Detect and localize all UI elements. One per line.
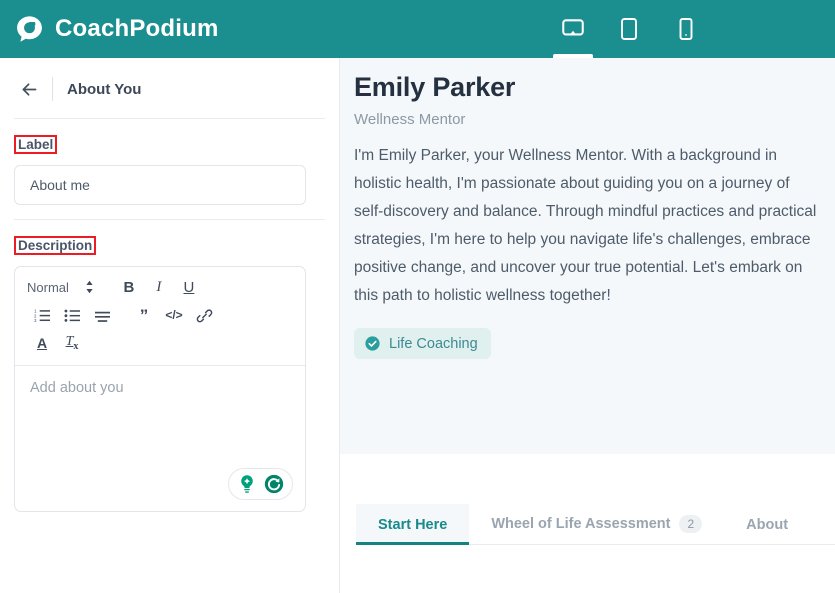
refresh-circle-icon xyxy=(264,474,284,494)
clear-formatting-button[interactable]: Tx xyxy=(57,330,87,356)
tab-start-here[interactable]: Start Here xyxy=(356,504,470,545)
tab-wheel-of-life-assessment[interactable]: Wheel of Life Assessment 2 xyxy=(469,502,724,544)
description-field-label: Description xyxy=(18,238,93,253)
text-color-button[interactable]: A xyxy=(27,330,57,356)
align-icon xyxy=(94,311,110,322)
description-field-label-wrap: Description xyxy=(14,236,97,255)
device-switcher xyxy=(545,0,713,58)
app-root: CoachPodium About You Label About me Des… xyxy=(0,0,835,593)
brand-name: CoachPodium xyxy=(55,15,219,42)
rich-text-editor: Normal B I U 1 2 3 ” </> A Tx Add about … xyxy=(14,266,306,512)
toolbar-row-1: Normal B I U xyxy=(19,273,301,301)
profile-badges: Life Coaching xyxy=(354,328,821,359)
ordered-list-button[interactable]: 1 2 3 xyxy=(27,302,57,328)
ai-regenerate-button[interactable] xyxy=(263,473,285,495)
device-tablet-button[interactable] xyxy=(601,0,657,58)
toolbar-row-3: A Tx xyxy=(19,329,301,357)
svg-text:3: 3 xyxy=(34,318,37,323)
status-badge: Life Coaching xyxy=(354,328,491,359)
device-mobile-button[interactable] xyxy=(657,0,713,58)
brand[interactable]: CoachPodium xyxy=(0,14,219,45)
preview-tabs: Start Here Wheel of Life Assessment 2 Ab… xyxy=(356,502,835,545)
page-title: About You xyxy=(67,80,142,98)
bullet-list-button[interactable] xyxy=(57,302,87,328)
profile-bio: I'm Emily Parker, your Wellness Mentor. … xyxy=(354,147,817,304)
align-button[interactable] xyxy=(87,302,117,328)
mobile-phone-icon xyxy=(679,18,692,40)
label-input[interactable] xyxy=(14,165,306,205)
link-icon xyxy=(196,308,212,322)
description-editor-area[interactable]: Add about you xyxy=(15,366,305,511)
blockquote-button[interactable]: ” xyxy=(129,302,159,328)
check-circle-icon xyxy=(365,336,380,351)
tab-count-badge: 2 xyxy=(679,515,703,533)
bold-button[interactable]: B xyxy=(114,274,144,300)
editor-panel: About You Label Description xyxy=(0,58,340,593)
panel-header: About You xyxy=(0,58,339,104)
code-block-button[interactable]: </> xyxy=(159,302,189,328)
chevron-up-down-icon xyxy=(86,280,93,294)
preview-panel: Emily Parker Wellness Mentor I'm Emily P… xyxy=(340,58,835,593)
ai-actions-group xyxy=(228,468,293,500)
text-style-value: Normal xyxy=(27,279,69,295)
back-button[interactable] xyxy=(14,74,44,104)
lightbulb-icon xyxy=(241,475,253,493)
italic-button[interactable]: I xyxy=(144,274,174,300)
tab-label: Wheel of Life Assessment xyxy=(491,516,671,532)
label-field-block: Label xyxy=(0,119,339,205)
description-field-block: Description xyxy=(0,220,339,255)
underline-button[interactable]: U xyxy=(174,274,204,300)
editor-toolbar: Normal B I U 1 2 3 ” </> A Tx xyxy=(15,267,305,366)
tab-label: About xyxy=(746,517,789,533)
text-style-select[interactable]: Normal xyxy=(27,280,94,295)
list-ordered-icon: 1 2 3 xyxy=(34,308,50,323)
device-desktop-button[interactable] xyxy=(545,0,601,58)
speech-bubble-logo-icon xyxy=(14,14,45,45)
description-placeholder: Add about you xyxy=(30,380,124,396)
profile-role: Wellness Mentor xyxy=(354,111,466,128)
tab-label: Start Here xyxy=(378,517,448,533)
label-field-label: Label xyxy=(18,137,54,152)
tab-about[interactable]: About xyxy=(724,504,810,544)
list-bullet-icon xyxy=(64,309,80,322)
header-divider xyxy=(52,77,53,101)
body: About You Label Description xyxy=(0,58,835,593)
toolbar-row-2: 1 2 3 ” </> xyxy=(19,301,301,329)
label-field-label-wrap: Label xyxy=(14,135,58,154)
profile-hero: Emily Parker Wellness Mentor I'm Emily P… xyxy=(340,58,835,454)
tablet-icon xyxy=(621,18,637,40)
arrow-left-icon xyxy=(22,82,36,96)
top-bar: CoachPodium xyxy=(0,0,835,58)
preview-tabs-wrap: Start Here Wheel of Life Assessment 2 Ab… xyxy=(340,454,835,593)
ai-suggest-button[interactable] xyxy=(236,473,258,495)
profile-name: Emily Parker xyxy=(354,72,516,102)
status-badge-label: Life Coaching xyxy=(389,335,478,352)
desktop-screen-icon xyxy=(562,19,584,36)
link-button[interactable] xyxy=(189,302,219,328)
